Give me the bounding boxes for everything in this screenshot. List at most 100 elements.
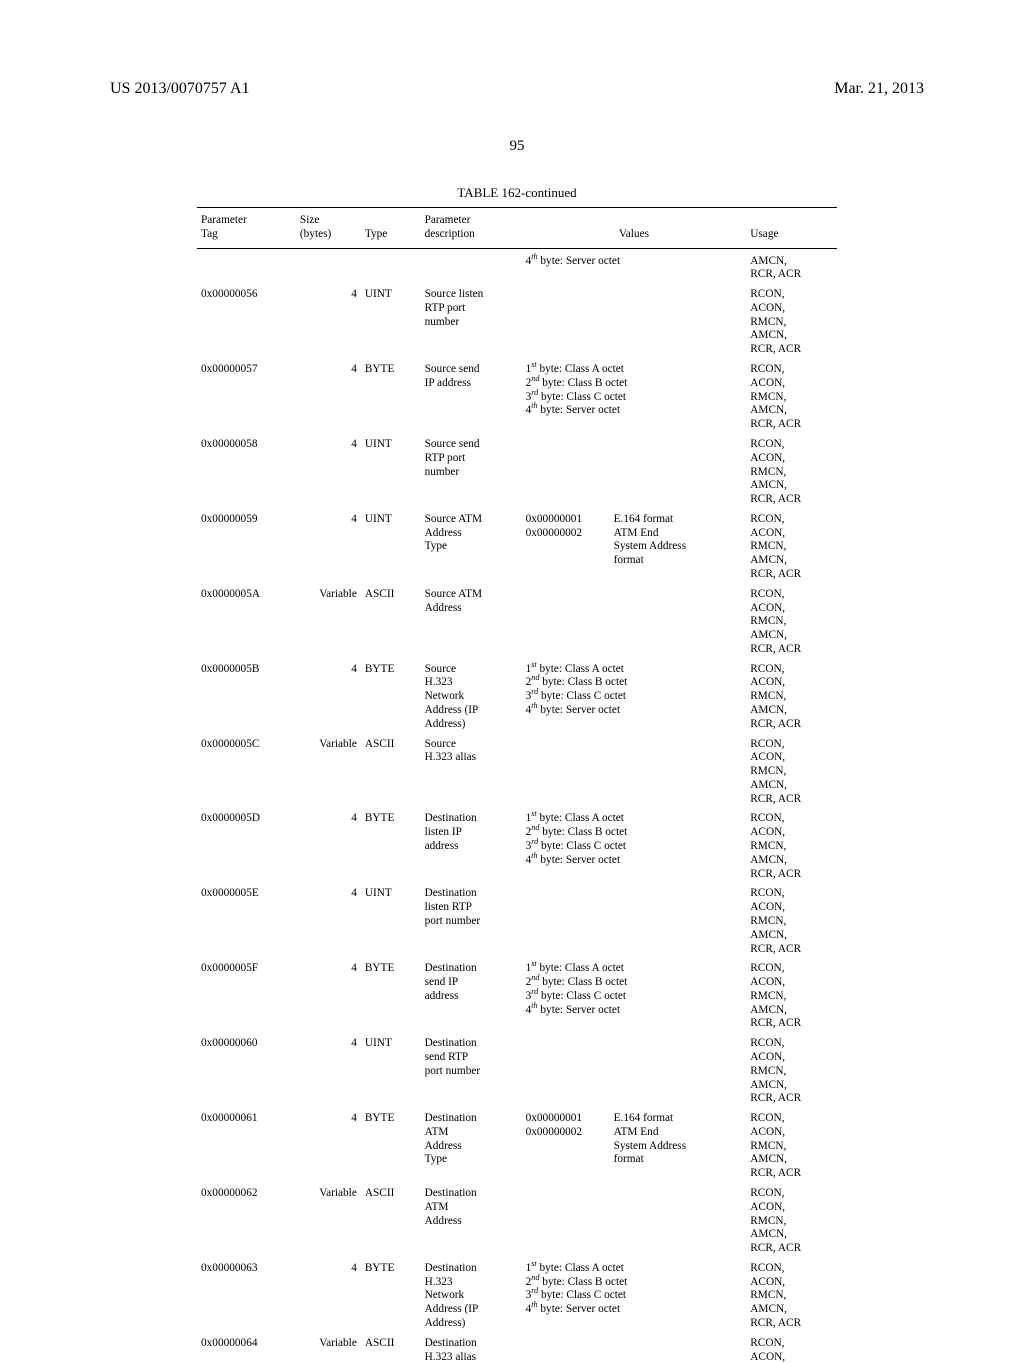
cell-type: BYTE — [361, 357, 421, 432]
cell-usage: RCON,ACON,RMCN,AMCN,RCR, ACR — [746, 1031, 837, 1106]
table-row: 0x000000574BYTESource sendIP address1st … — [197, 357, 837, 432]
cell-size: 4 — [296, 806, 361, 881]
cell-tag: 0x00000059 — [197, 507, 296, 582]
cell-size: 4 — [296, 881, 361, 956]
cell-size: 4 — [296, 1106, 361, 1181]
cell-type: UINT — [361, 282, 421, 357]
col-values: Values — [522, 208, 747, 248]
cell-usage: RCON,ACON,RMCN,AMCN,RCR, ACR — [746, 357, 837, 432]
cell-tag: 0x00000056 — [197, 282, 296, 357]
cell-usage: RCON,ACON,RMCN,AMCN,RCR, ACR — [746, 582, 837, 657]
cell-usage: RCON,ACON,RMCN,AMCN,RCR, ACR — [746, 732, 837, 807]
table-row: 0x000000564UINTSource listenRTP portnumb… — [197, 282, 837, 357]
cell-tag: 0x00000057 — [197, 357, 296, 432]
cell-usage: RCON,ACON,RMCN,AMCN,RCR, ACR — [746, 956, 837, 1031]
cell-desc: Source sendRTP portnumber — [421, 432, 522, 507]
table-row: 0x00000064VariableASCIIDestinationH.323 … — [197, 1331, 837, 1364]
table-row: 0x000000584UINTSource sendRTP portnumber… — [197, 432, 837, 507]
page-header: US 2013/0070757 A1 Mar. 21, 2013 — [110, 80, 924, 98]
table-row: 0x000000614BYTEDestinationATMAddressType… — [197, 1106, 837, 1181]
cell-values — [522, 432, 747, 507]
cell-type: BYTE — [361, 657, 421, 732]
table-row: 0x00000062VariableASCIIDestinationATMAdd… — [197, 1181, 837, 1256]
cell-size: 4 — [296, 1031, 361, 1106]
cell-values: 0x000000010x00000002E.164 formatATM EndS… — [522, 507, 747, 582]
cell-size: Variable — [296, 732, 361, 807]
table-row: 0x000000604UINTDestinationsend RTPport n… — [197, 1031, 837, 1106]
cell-desc: Destinationsend RTPport number — [421, 1031, 522, 1106]
table-row: 0x0000005B4BYTESourceH.323NetworkAddress… — [197, 657, 837, 732]
cell-values: 1st byte: Class A octet2nd byte: Class B… — [522, 357, 747, 432]
cell-values — [522, 1031, 747, 1106]
cell-usage: RCON,ACON,RMCN,AMCN,RCR, ACR — [746, 507, 837, 582]
page-number: 95 — [110, 138, 924, 155]
cell-values: 0x000000010x00000002E.164 formatATM EndS… — [522, 1106, 747, 1181]
cell-tag: 0x00000058 — [197, 432, 296, 507]
cell-values: 4th byte: Server octet — [522, 248, 747, 282]
cell-tag: 0x00000064 — [197, 1331, 296, 1364]
cell-size: Variable — [296, 1181, 361, 1256]
cell-type: ASCII — [361, 732, 421, 807]
cell-type: UINT — [361, 432, 421, 507]
cell-tag: 0x0000005D — [197, 806, 296, 881]
cell-type — [361, 248, 421, 282]
cell-size: Variable — [296, 582, 361, 657]
cell-desc: DestinationATMAddressType — [421, 1106, 522, 1181]
cell-tag: 0x0000005C — [197, 732, 296, 807]
table-header-row: ParameterTag Size(bytes) Type Parameterd… — [197, 208, 837, 248]
cell-type: ASCII — [361, 1331, 421, 1364]
cell-usage: RCON,ACON,RMCN,AMCN,RCR, ACR — [746, 657, 837, 732]
cell-tag: 0x00000062 — [197, 1181, 296, 1256]
col-usage: Usage — [746, 208, 837, 248]
cell-values — [522, 582, 747, 657]
cell-values — [522, 1181, 747, 1256]
cell-usage: RCON,ACON,RMCN,AMCN,RCR, ACR — [746, 1106, 837, 1181]
cell-type: BYTE — [361, 956, 421, 1031]
table-row: 0x0000005E4UINTDestinationlisten RTPport… — [197, 881, 837, 956]
cell-desc: Source ATMAddress — [421, 582, 522, 657]
cell-tag: 0x0000005F — [197, 956, 296, 1031]
cell-size — [296, 248, 361, 282]
cell-tag: 0x0000005B — [197, 657, 296, 732]
cell-size: Variable — [296, 1331, 361, 1364]
col-desc: Parameterdescription — [421, 208, 522, 248]
cell-usage: RCON,ACON,RMCN,AMCN,RCR, ACR — [746, 806, 837, 881]
cell-type: BYTE — [361, 806, 421, 881]
cell-values — [522, 282, 747, 357]
cell-values: 1st byte: Class A octet2nd byte: Class B… — [522, 806, 747, 881]
cell-desc: SourceH.323 alias — [421, 732, 522, 807]
publication-number: US 2013/0070757 A1 — [110, 80, 250, 98]
cell-tag: 0x00000060 — [197, 1031, 296, 1106]
cell-desc: DestinationH.323 alias — [421, 1331, 522, 1364]
cell-values — [522, 732, 747, 807]
cell-size: 4 — [296, 956, 361, 1031]
cell-values: 1st byte: Class A octet2nd byte: Class B… — [522, 956, 747, 1031]
cell-desc: Source sendIP address — [421, 357, 522, 432]
cell-desc: Destinationlisten RTPport number — [421, 881, 522, 956]
cell-type: ASCII — [361, 582, 421, 657]
cell-desc: Destinationlisten IPaddress — [421, 806, 522, 881]
cell-values — [522, 1331, 747, 1364]
parameter-table: ParameterTag Size(bytes) Type Parameterd… — [197, 208, 837, 1364]
table-row: 0x0000005CVariableASCIISourceH.323 alias… — [197, 732, 837, 807]
cell-tag: 0x0000005E — [197, 881, 296, 956]
col-type: Type — [361, 208, 421, 248]
cell-usage: AMCN,RCR, ACR — [746, 248, 837, 282]
cell-desc — [421, 248, 522, 282]
cell-size: 4 — [296, 657, 361, 732]
cell-type: BYTE — [361, 1106, 421, 1181]
cell-type: UINT — [361, 1031, 421, 1106]
table-row: 0x000000594UINTSource ATMAddressType0x00… — [197, 507, 837, 582]
cell-desc: SourceH.323NetworkAddress (IPAddress) — [421, 657, 522, 732]
cell-size: 4 — [296, 357, 361, 432]
cell-desc: Destinationsend IPaddress — [421, 956, 522, 1031]
table-row: 4th byte: Server octetAMCN,RCR, ACR — [197, 248, 837, 282]
cell-usage: RCON,ACON,RMCN,AMCN,RCR, ACR — [746, 432, 837, 507]
cell-tag: 0x0000005A — [197, 582, 296, 657]
cell-type: UINT — [361, 507, 421, 582]
table-row: 0x0000005D4BYTEDestinationlisten IPaddre… — [197, 806, 837, 881]
cell-type: UINT — [361, 881, 421, 956]
cell-desc: Source listenRTP portnumber — [421, 282, 522, 357]
cell-tag: 0x00000061 — [197, 1106, 296, 1181]
table-row: 0x0000005AVariableASCIISource ATMAddress… — [197, 582, 837, 657]
